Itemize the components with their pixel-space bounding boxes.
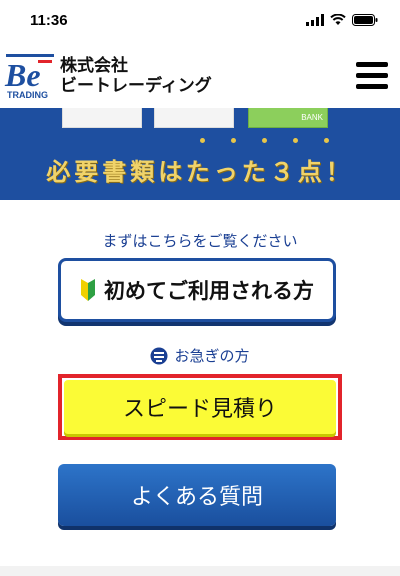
hurry-icon [150, 347, 168, 364]
wifi-icon [330, 14, 346, 25]
bank-label: BANK [301, 113, 323, 122]
first-visit-caption: まずはこちらをご覧ください [102, 232, 298, 250]
site-header: Be TRADING 株式会社 ビートレーディング [0, 44, 400, 108]
status-time: 11:36 [30, 12, 68, 29]
bank-book-image: BANK [248, 108, 328, 128]
faq-button[interactable]: よくある質問 [58, 464, 336, 526]
bottom-strip [0, 566, 400, 576]
speed-estimate-highlight: スピード見積り [58, 374, 342, 440]
status-icons [306, 14, 378, 26]
faq-label: よくある質問 [130, 485, 263, 510]
company-line1: 株式会社 [60, 56, 128, 76]
document-card-image [154, 108, 234, 128]
documents-banner: BANK 必要書類はたった３点！ [0, 108, 400, 200]
banner-dots [200, 138, 329, 143]
first-time-user-label: 初めてご利用される方 [104, 279, 314, 303]
document-card-image [62, 108, 142, 128]
logo-subtext: TRADING [7, 90, 48, 100]
first-time-user-button[interactable]: 初めてご利用される方 [58, 258, 336, 322]
beginner-mark-icon [81, 279, 95, 301]
status-bar: 11:36 [0, 0, 400, 44]
company-name: 株式会社 ビートレーディング [60, 56, 212, 96]
hamburger-menu-icon[interactable] [356, 62, 388, 92]
logo-text: Be [4, 57, 41, 93]
be-trading-logo[interactable]: Be TRADING [4, 52, 56, 102]
speed-estimate-label: スピード見積り [122, 397, 277, 422]
hurry-row: お急ぎの方 [0, 345, 400, 366]
battery-icon [352, 14, 378, 26]
signal-icon [306, 14, 324, 26]
speed-estimate-button[interactable]: スピード見積り [64, 380, 336, 434]
company-line2: ビートレーディング [60, 76, 212, 96]
banner-text: 必要書類はたった３点！ [46, 158, 354, 186]
hurry-label: お急ぎの方 [174, 347, 250, 365]
